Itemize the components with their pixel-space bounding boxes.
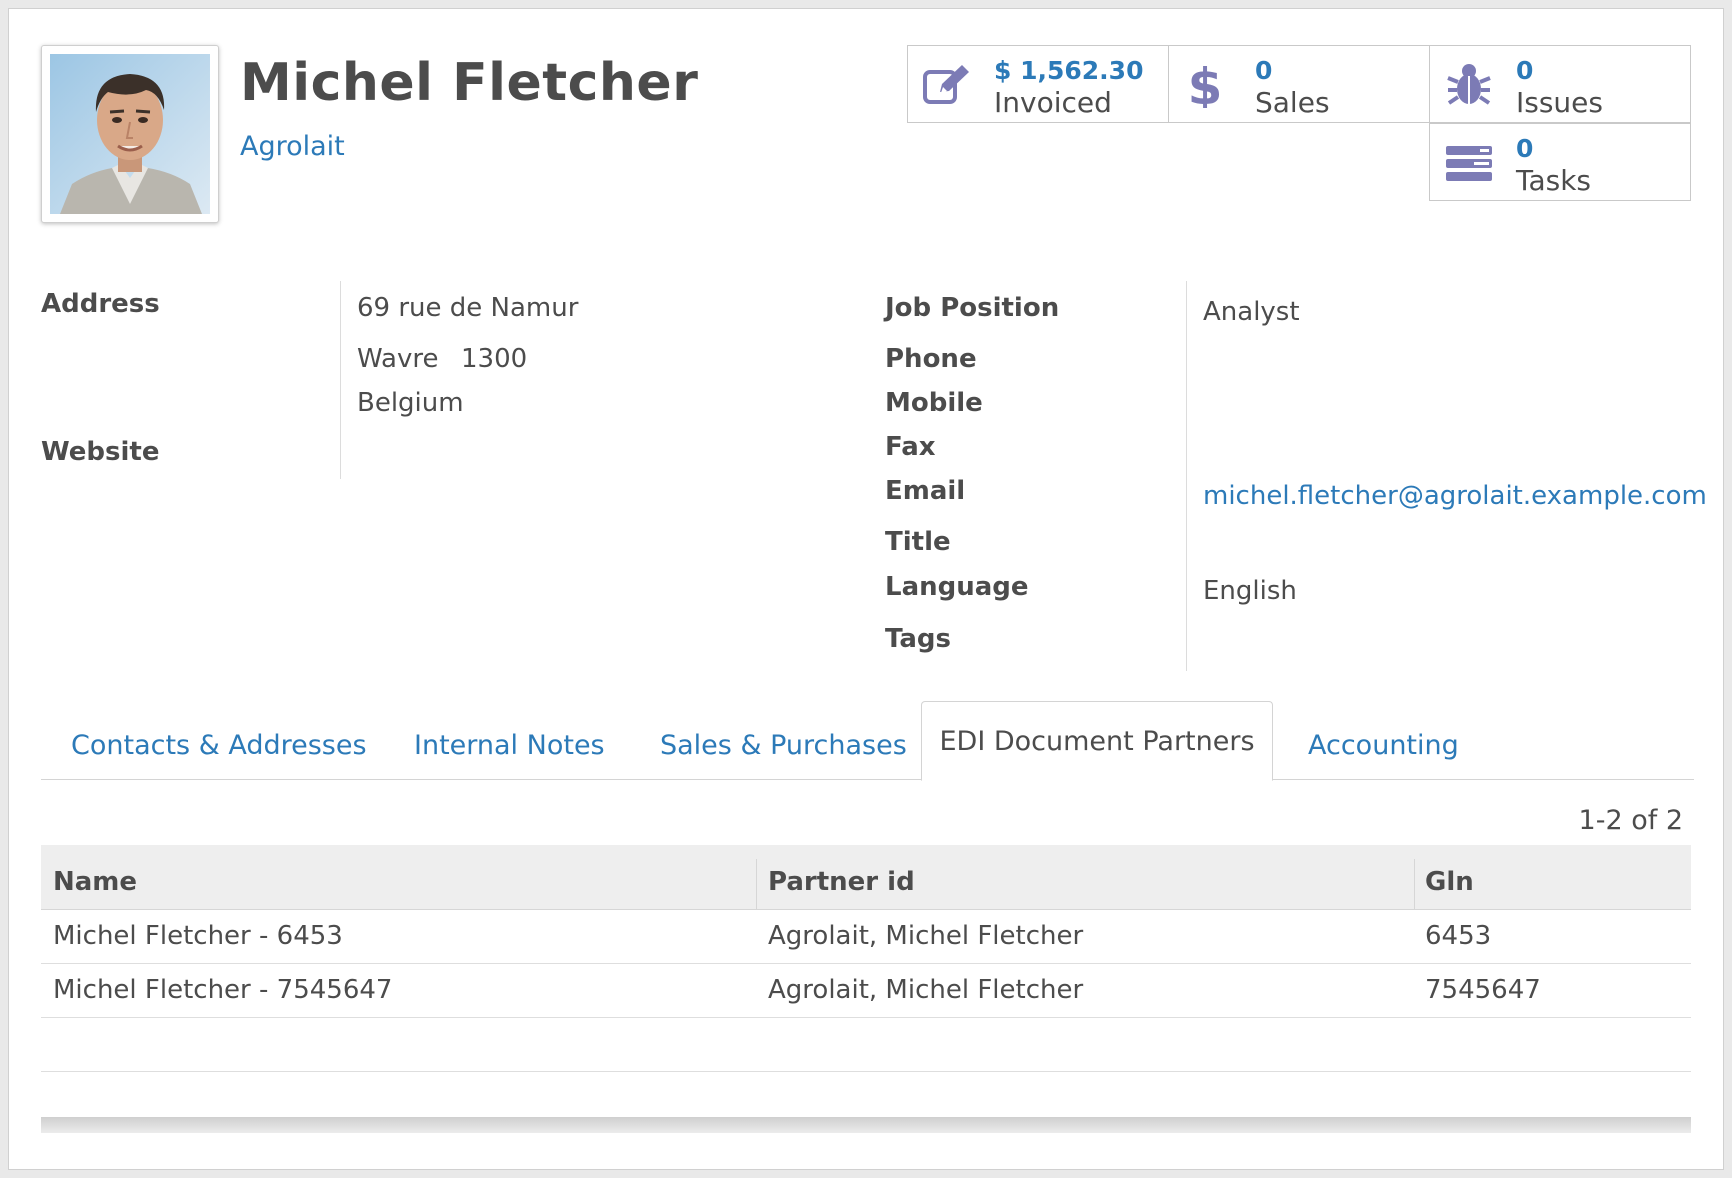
bug-icon	[1447, 64, 1491, 105]
column-separator	[756, 859, 757, 909]
job-position-label: Job Position	[885, 293, 1060, 323]
tags-label: Tags	[885, 624, 952, 654]
tab-sales-purchases[interactable]: Sales & Purchases	[660, 711, 907, 780]
address-zip[interactable]: 1300	[461, 344, 527, 374]
tasks-button[interactable]: 0 Tasks	[1429, 123, 1691, 201]
svg-text:$: $	[1188, 62, 1223, 108]
cell-partner-id: Agrolait, Michel Fletcher	[768, 975, 1084, 1005]
tab-accounting[interactable]: Accounting	[1308, 711, 1459, 780]
field-separator	[1186, 281, 1187, 671]
edi-partners-table: Name Partner id Gln Michel Fletcher - 64…	[41, 845, 1691, 1072]
pager-counter[interactable]: 1-2 of 2	[1579, 805, 1683, 836]
email-label: Email	[885, 476, 966, 506]
tasks-value: 0	[1516, 134, 1534, 163]
table-footer-bar	[41, 1117, 1691, 1133]
invoiced-button[interactable]: $ 1,562.30 Invoiced	[907, 45, 1169, 123]
invoiced-value: $ 1,562.30	[994, 56, 1144, 85]
tab-edi-document-partners[interactable]: EDI Document Partners	[921, 701, 1273, 781]
phone-label: Phone	[885, 344, 977, 374]
address-country[interactable]: Belgium	[357, 388, 464, 418]
tab-internal-notes[interactable]: Internal Notes	[414, 711, 605, 780]
tasks-label: Tasks	[1516, 164, 1592, 197]
company-link[interactable]: Agrolait	[240, 131, 345, 162]
table-row[interactable]: Michel Fletcher - 7545647 Agrolait, Mich…	[41, 964, 1691, 1018]
avatar-photo	[50, 54, 210, 214]
empty-row	[41, 1018, 1691, 1072]
address-label: Address	[41, 289, 160, 319]
column-separator	[1414, 859, 1415, 909]
table-header: Name Partner id Gln	[41, 845, 1691, 910]
title-label: Title	[885, 527, 951, 557]
sales-value: 0	[1255, 56, 1273, 85]
language-value[interactable]: English	[1203, 576, 1297, 606]
issues-button[interactable]: 0 Issues	[1429, 45, 1691, 123]
field-separator	[340, 281, 341, 479]
email-link[interactable]: michel.fletcher@agrolait.example.com	[1203, 481, 1707, 511]
table-row[interactable]: Michel Fletcher - 6453 Agrolait, Michel …	[41, 910, 1691, 964]
issues-label: Issues	[1516, 86, 1603, 119]
cell-name: Michel Fletcher - 7545647	[53, 975, 393, 1005]
job-position-value[interactable]: Analyst	[1203, 297, 1300, 327]
column-header-gln[interactable]: Gln	[1425, 867, 1474, 897]
sales-label: Sales	[1255, 86, 1330, 119]
sales-button[interactable]: $ 0 Sales	[1168, 45, 1430, 123]
contact-avatar[interactable]	[41, 45, 219, 223]
cell-name: Michel Fletcher - 6453	[53, 921, 343, 951]
cell-partner-id: Agrolait, Michel Fletcher	[768, 921, 1084, 951]
dollar-icon: $	[1188, 62, 1223, 108]
cell-gln: 7545647	[1425, 975, 1541, 1005]
fax-label: Fax	[885, 432, 936, 462]
contact-form-sheet: Michel Fletcher Agrolait $ 1,562.30 Invo…	[8, 8, 1724, 1170]
column-header-name[interactable]: Name	[53, 867, 137, 897]
contact-name: Michel Fletcher	[240, 53, 699, 113]
column-header-partner-id[interactable]: Partner id	[768, 867, 915, 897]
invoiced-label: Invoiced	[994, 86, 1112, 119]
address-city[interactable]: Wavre	[357, 344, 438, 374]
edit-icon	[923, 65, 969, 104]
issues-value: 0	[1516, 56, 1534, 85]
language-label: Language	[885, 572, 1029, 602]
tasks-icon	[1446, 146, 1492, 181]
cell-gln: 6453	[1425, 921, 1492, 951]
website-label: Website	[41, 437, 160, 467]
mobile-label: Mobile	[885, 388, 983, 418]
tab-contacts-addresses[interactable]: Contacts & Addresses	[71, 711, 367, 780]
address-street[interactable]: 69 rue de Namur	[357, 293, 578, 323]
